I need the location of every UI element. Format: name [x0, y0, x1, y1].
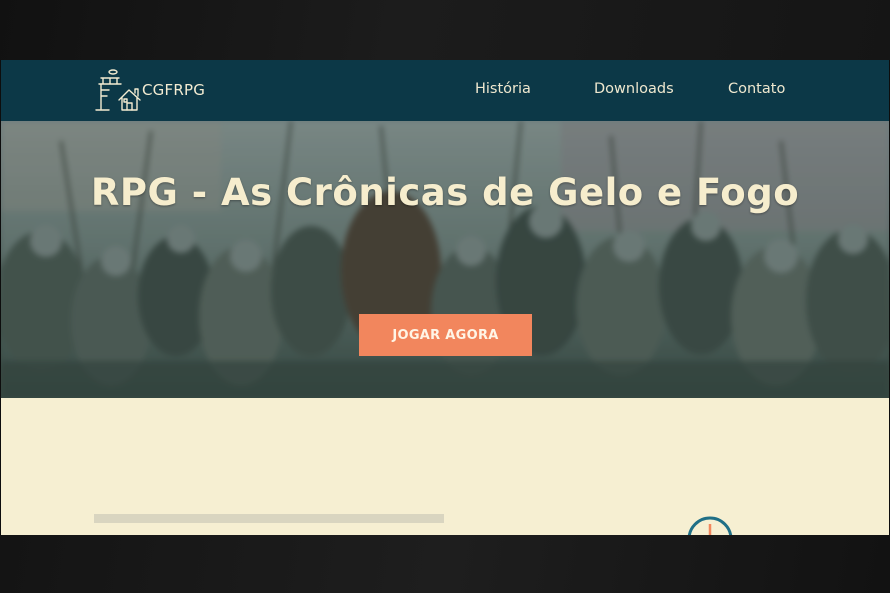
loading-placeholder-bar [94, 514, 444, 523]
nav-link-downloads[interactable]: Downloads [594, 81, 674, 97]
website-page: CGFRPG História Downloads Contato RPG - … [1, 60, 889, 535]
castle-logo-icon[interactable] [93, 68, 143, 114]
hero-section: RPG - As Crônicas de Gelo e Fogo [1, 121, 889, 398]
play-now-button[interactable]: JOGAR AGORA [359, 314, 532, 356]
navbar: CGFRPG História Downloads Contato [1, 60, 889, 121]
hero-overlay [1, 121, 889, 398]
nav-link-historia[interactable]: História [475, 81, 531, 97]
hero-title: RPG - As Crônicas de Gelo e Fogo [90, 171, 800, 214]
photo-frame-top [0, 0, 890, 60]
photo-frame-bottom [0, 535, 890, 593]
nav-link-contato[interactable]: Contato [728, 81, 785, 97]
circle-icon [687, 516, 733, 535]
brand-name[interactable]: CGFRPG [142, 81, 205, 99]
